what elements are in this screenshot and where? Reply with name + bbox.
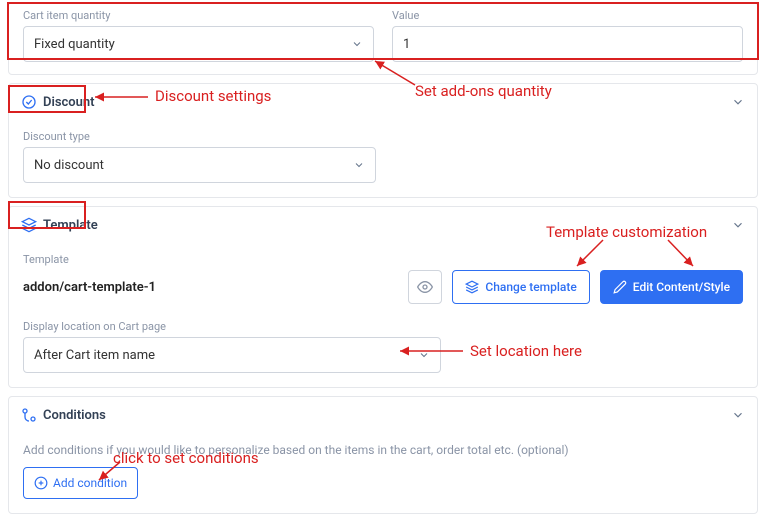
- value-input-text: 1: [403, 37, 410, 52]
- chevron-down-icon: [353, 159, 365, 171]
- location-label: Display location on Cart page: [23, 320, 743, 333]
- edit-content-button[interactable]: Edit Content/Style: [600, 270, 743, 304]
- location-select[interactable]: After Cart item name: [23, 337, 441, 373]
- add-condition-label: Add condition: [53, 476, 127, 490]
- eye-icon: [417, 279, 433, 295]
- conditions-help: Add conditions if you would like to pers…: [23, 443, 743, 457]
- edit-content-label: Edit Content/Style: [633, 280, 730, 294]
- value-label: Value: [392, 9, 743, 22]
- conditions-header[interactable]: Conditions: [9, 397, 757, 433]
- value-input[interactable]: 1: [392, 26, 743, 62]
- change-template-button[interactable]: Change template: [452, 270, 589, 304]
- discount-title: Discount: [43, 95, 95, 110]
- plus-icon: [34, 476, 48, 490]
- chevron-down-icon: [418, 349, 430, 361]
- template-name: addon/cart-template-1: [23, 280, 398, 295]
- template-title: Template: [43, 218, 98, 233]
- cart-qty-value: Fixed quantity: [34, 37, 115, 52]
- discount-type-select[interactable]: No discount: [23, 147, 376, 183]
- chevron-down-icon: [731, 95, 745, 109]
- change-template-label: Change template: [485, 280, 576, 294]
- layers-icon: [465, 280, 479, 294]
- edit-icon: [613, 280, 627, 294]
- template-header[interactable]: Template: [9, 207, 757, 243]
- template-label: Template: [23, 253, 743, 266]
- chevron-down-icon: [351, 38, 363, 50]
- cart-qty-select[interactable]: Fixed quantity: [23, 26, 374, 62]
- discount-header[interactable]: Discount: [9, 84, 757, 120]
- discount-type-value: No discount: [34, 158, 104, 173]
- discount-type-label: Discount type: [23, 130, 743, 143]
- add-condition-button[interactable]: Add condition: [23, 467, 138, 499]
- layers-icon: [21, 217, 37, 233]
- chevron-down-icon: [731, 408, 745, 422]
- conditions-title: Conditions: [43, 408, 106, 423]
- location-value: After Cart item name: [34, 348, 155, 363]
- conditions-icon: [21, 407, 37, 423]
- chevron-down-icon: [731, 218, 745, 232]
- discount-icon: [21, 94, 37, 110]
- preview-button[interactable]: [408, 270, 442, 304]
- cart-qty-label: Cart item quantity: [23, 9, 374, 22]
